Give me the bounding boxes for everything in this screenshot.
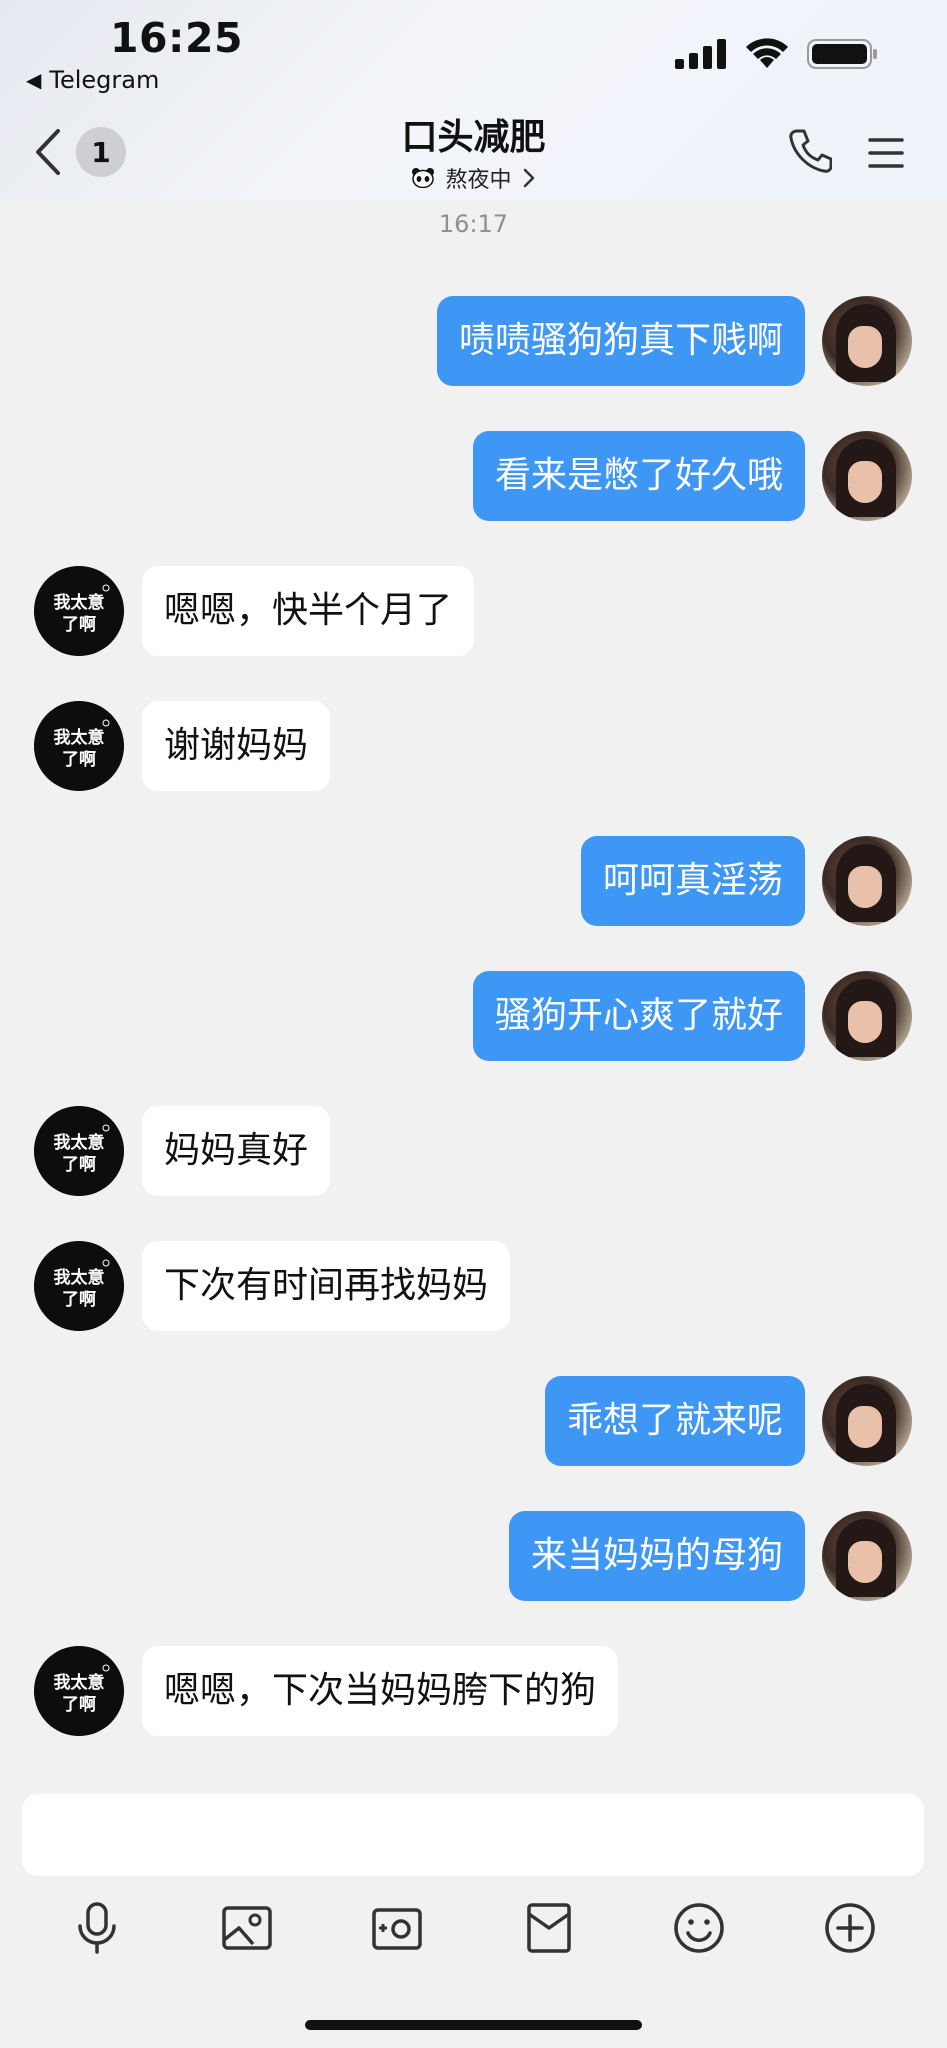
image-icon[interactable] xyxy=(219,1900,275,1956)
back-triangle-icon: ◀ xyxy=(26,68,42,92)
outgoing-message: 呵呵真淫荡 xyxy=(0,836,947,928)
input-toolbar xyxy=(0,1900,947,1980)
status-icons xyxy=(675,38,879,70)
message-bubble[interactable]: 啧啧骚狗狗真下贱啊 xyxy=(436,296,805,386)
my-avatar[interactable] xyxy=(822,1511,912,1601)
home-indicator xyxy=(305,2020,642,2030)
contact-avatar[interactable]: 我太意 了啊 xyxy=(34,1106,124,1196)
emoji-icon[interactable] xyxy=(671,1900,727,1956)
message-timestamp: 16:17 xyxy=(438,210,509,238)
outgoing-message: 看来是憋了好久哦 xyxy=(0,431,947,523)
chat-status-text: 熬夜中 xyxy=(445,168,512,193)
outgoing-message: 来当妈妈的母狗 xyxy=(0,1511,947,1603)
outgoing-message: 骚狗开心爽了就好 xyxy=(0,971,947,1063)
incoming-message: 我太意 了啊 谢谢妈妈 xyxy=(0,701,947,793)
panda-icon xyxy=(412,168,435,188)
incoming-message: 我太意 了啊 下次有时间再找妈妈 xyxy=(0,1241,947,1333)
outgoing-message: 啧啧骚狗狗真下贱啊 xyxy=(0,296,947,388)
message-bubble[interactable]: 嗯嗯，快半个月了 xyxy=(142,566,475,656)
my-avatar[interactable] xyxy=(822,431,912,521)
message-bubble[interactable]: 谢谢妈妈 xyxy=(142,701,331,791)
outgoing-message: 乖想了就来呢 xyxy=(0,1376,947,1468)
microphone-icon[interactable] xyxy=(69,1900,125,1956)
message-bubble[interactable]: 骚狗开心爽了就好 xyxy=(472,971,805,1061)
chat-header: 16:25 ◀ Telegram 1 口头减肥 熬夜中 xyxy=(0,0,947,200)
svg-text:了啊: 了啊 xyxy=(62,750,96,770)
wifi-icon xyxy=(746,38,788,68)
message-bubble[interactable]: 妈妈真好 xyxy=(142,1106,331,1196)
camera-icon[interactable] xyxy=(369,1900,425,1956)
incoming-message: 我太意 了啊 嗯嗯，快半个月了 xyxy=(0,566,947,658)
my-avatar[interactable] xyxy=(822,296,912,386)
battery-icon xyxy=(807,39,877,69)
contact-avatar[interactable]: 我太意 了啊 xyxy=(34,566,124,656)
message-input[interactable] xyxy=(22,1794,924,1876)
message-bubble[interactable]: 嗯嗯，下次当妈妈胯下的狗 xyxy=(142,1646,619,1736)
svg-text:了啊: 了啊 xyxy=(62,1695,96,1715)
my-avatar[interactable] xyxy=(822,971,912,1061)
chevron-right-icon xyxy=(523,168,534,188)
back-app-label: Telegram xyxy=(49,66,160,94)
svg-text:我太意: 我太意 xyxy=(54,592,105,613)
svg-text:我太意: 我太意 xyxy=(54,1132,105,1153)
incoming-message: 我太意 了啊 妈妈真好 xyxy=(0,1106,947,1198)
incoming-message: 我太意 了啊 嗯嗯，下次当妈妈胯下的狗 xyxy=(0,1646,947,1738)
phone-icon[interactable] xyxy=(788,128,832,174)
message-bubble[interactable]: 乖想了就来呢 xyxy=(544,1376,805,1466)
my-avatar[interactable] xyxy=(822,1376,912,1466)
my-avatar[interactable] xyxy=(822,836,912,926)
svg-text:我太意: 我太意 xyxy=(54,1267,105,1288)
message-bubble[interactable]: 下次有时间再找妈妈 xyxy=(142,1241,511,1331)
input-area xyxy=(0,1776,947,2048)
plus-icon[interactable] xyxy=(822,1900,878,1956)
svg-text:我太意: 我太意 xyxy=(54,1672,105,1693)
svg-text:了啊: 了啊 xyxy=(62,1290,96,1310)
svg-text:我太意: 我太意 xyxy=(54,727,105,748)
red-packet-icon[interactable] xyxy=(521,1900,577,1956)
message-bubble[interactable]: 看来是憋了好久哦 xyxy=(472,431,805,521)
message-bubble[interactable]: 来当妈妈的母狗 xyxy=(508,1511,805,1601)
signal-icon xyxy=(675,39,726,69)
status-time: 16:25 xyxy=(110,14,244,62)
svg-text:了啊: 了啊 xyxy=(62,1155,96,1175)
message-bubble[interactable]: 呵呵真淫荡 xyxy=(580,836,805,926)
back-to-app-link[interactable]: ◀ Telegram xyxy=(26,66,159,94)
contact-avatar[interactable]: 我太意 了啊 xyxy=(34,701,124,791)
contact-avatar[interactable]: 我太意 了啊 xyxy=(34,1241,124,1331)
svg-text:了啊: 了啊 xyxy=(62,615,96,635)
menu-icon[interactable] xyxy=(868,136,904,170)
contact-avatar[interactable]: 我太意 了啊 xyxy=(34,1646,124,1736)
